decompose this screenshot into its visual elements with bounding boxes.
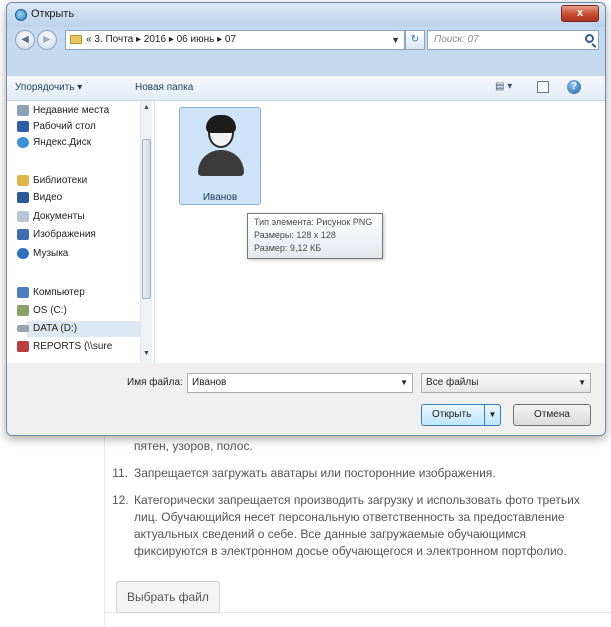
dialog-content: Недавние места Рабочий стол Яндекс.Диск … (7, 101, 605, 363)
folder-icon (70, 35, 82, 44)
filename-value: Иванов (192, 377, 227, 388)
nav-item-label: Видео (33, 192, 63, 203)
documents-icon (17, 211, 29, 222)
help-icon[interactable]: ? (567, 80, 581, 94)
nav-item-network-drive[interactable]: REPORTS (\\sure (17, 339, 113, 355)
list-item: 12. Категорически запрещается производит… (112, 492, 600, 560)
nav-item-drive-c[interactable]: OS (C:) (17, 303, 67, 319)
chevron-down-icon[interactable]: ▼ (578, 374, 586, 392)
nav-scrollbar[interactable]: ▲ ▼ (140, 101, 152, 363)
images-icon (17, 229, 29, 240)
network-drive-icon (17, 341, 29, 352)
back-button[interactable]: ◀ (15, 30, 35, 50)
nav-item-label: Музыка (33, 248, 69, 259)
nav-item-label: Недавние места (33, 105, 110, 116)
scroll-up-icon[interactable]: ▲ (142, 103, 151, 113)
search-placeholder: Поиск: 07 (434, 34, 479, 45)
file-type-select[interactable]: Все файлы ▼ (421, 373, 591, 393)
music-icon (17, 248, 29, 259)
chevron-down-icon[interactable]: ▼ (391, 31, 400, 49)
recent-places-icon (17, 105, 29, 116)
toolbar: Упорядочить ▾ Новая папка ▤ ▾ ? (7, 75, 605, 101)
dialog-titlebar: Открыть x (7, 3, 605, 27)
nav-item-label: REPORTS (\\sure (33, 341, 113, 352)
nav-item-label: DATA (D:) (33, 323, 78, 334)
breadcrumb: « 3. Почта ▸ 2016 ▸ 06 июнь ▸ 07 (86, 34, 237, 45)
tooltip-type: Тип элемента: Рисунок PNG (254, 217, 373, 227)
nav-item-yandex-disk[interactable]: Яндекс.Диск (17, 135, 92, 151)
search-icon (585, 34, 594, 43)
dialog-title: Открыть (31, 8, 75, 20)
forward-button[interactable]: ▶ (37, 30, 57, 50)
nav-item-drive-d[interactable]: DATA (D:) (17, 321, 145, 337)
list-item: 11. Запрещается загружать аватары или по… (112, 465, 600, 482)
nav-item-computer[interactable]: Компьютер (17, 285, 85, 301)
refresh-button[interactable]: ↻ (405, 30, 425, 50)
nav-item-label: Изображения (33, 229, 96, 240)
app-icon (15, 9, 27, 21)
view-options-button[interactable]: ▤ ▾ (495, 81, 521, 95)
list-item-continuation: пятен, узоров, полос. (134, 439, 253, 453)
nav-item-video[interactable]: Видео (17, 190, 63, 206)
computer-icon (17, 287, 29, 298)
file-item[interactable]: Иванов (179, 107, 261, 205)
chevron-down-icon[interactable]: ▼ (400, 374, 408, 392)
video-icon (17, 192, 29, 203)
nav-item-documents[interactable]: Документы (17, 209, 85, 225)
new-folder-button[interactable]: Новая папка (135, 82, 193, 93)
open-dropdown-icon[interactable]: ▼ (484, 405, 500, 425)
file-type-value: Все файлы (426, 377, 479, 388)
drive-d-icon (17, 325, 29, 332)
list-item-number: 12. (112, 493, 129, 507)
file-name: Иванов (202, 192, 238, 203)
tooltip-size: Размер: 9,12 КБ (254, 243, 322, 253)
open-button[interactable]: Открыть ▼ (421, 404, 501, 426)
nav-item-recent-places[interactable]: Недавние места (17, 103, 110, 119)
yandex-disk-icon (17, 137, 29, 148)
filename-label: Имя файла: (127, 377, 183, 388)
nav-item-label: Рабочий стол (33, 121, 96, 132)
navigation-pane: Недавние места Рабочий стол Яндекс.Диск … (7, 101, 155, 363)
nav-item-label: Библиотеки (33, 175, 88, 186)
list-item-text: Запрещается загружать аватары или постор… (134, 466, 496, 480)
close-button[interactable]: x (561, 5, 599, 22)
address-bar-row: ◀ ▶ « 3. Почта ▸ 2016 ▸ 06 июнь ▸ 07 ▼ ↻… (7, 27, 605, 53)
desktop-icon (17, 121, 29, 132)
nav-item-desktop[interactable]: Рабочий стол (17, 119, 96, 135)
cancel-button[interactable]: Отмена (513, 404, 591, 426)
organize-button[interactable]: Упорядочить ▾ (15, 82, 82, 93)
drive-c-icon (17, 305, 29, 316)
nav-item-label: OS (C:) (33, 305, 67, 316)
rules-list: пятен, узоров, полос. 11. Запрещается за… (112, 438, 600, 570)
nav-item-label: Компьютер (33, 287, 85, 298)
user-avatar-icon (194, 112, 248, 178)
preview-pane-button[interactable] (537, 81, 549, 93)
choose-file-button[interactable]: Выбрать файл (116, 581, 220, 613)
open-button-label: Открыть (432, 409, 472, 420)
scroll-down-icon[interactable]: ▼ (142, 349, 151, 359)
content-left-border (104, 430, 105, 627)
search-input[interactable]: Поиск: 07 (427, 30, 599, 50)
avatar-body (198, 150, 244, 176)
scrollbar-thumb[interactable] (142, 139, 151, 299)
nav-item-music[interactable]: Музыка (17, 246, 69, 262)
avatar-hair (206, 115, 236, 133)
list-item-text: Категорически запрещается производить за… (134, 493, 580, 558)
nav-item-label: Документы (33, 211, 85, 222)
dialog-footer: Имя файла: Иванов ▼ Все файлы ▼ Открыть … (7, 363, 605, 435)
nav-item-label: Яндекс.Диск (33, 137, 92, 148)
file-list: Иванов Тип элемента: Рисунок PNG Размеры… (155, 101, 605, 363)
libraries-icon (17, 175, 29, 186)
tooltip-dimensions: Размеры: 128 x 128 (254, 230, 336, 240)
file-tooltip: Тип элемента: Рисунок PNG Размеры: 128 x… (247, 213, 383, 259)
nav-item-libraries[interactable]: Библиотеки (17, 173, 88, 189)
open-file-dialog: Открыть x ◀ ▶ « 3. Почта ▸ 2016 ▸ 06 июн… (6, 2, 606, 436)
nav-item-images[interactable]: Изображения (17, 227, 96, 243)
filename-field[interactable]: Иванов ▼ (187, 373, 413, 393)
list-item-number: 11. (112, 466, 128, 480)
address-bar[interactable]: « 3. Почта ▸ 2016 ▸ 06 июнь ▸ 07 ▼ (65, 30, 405, 50)
